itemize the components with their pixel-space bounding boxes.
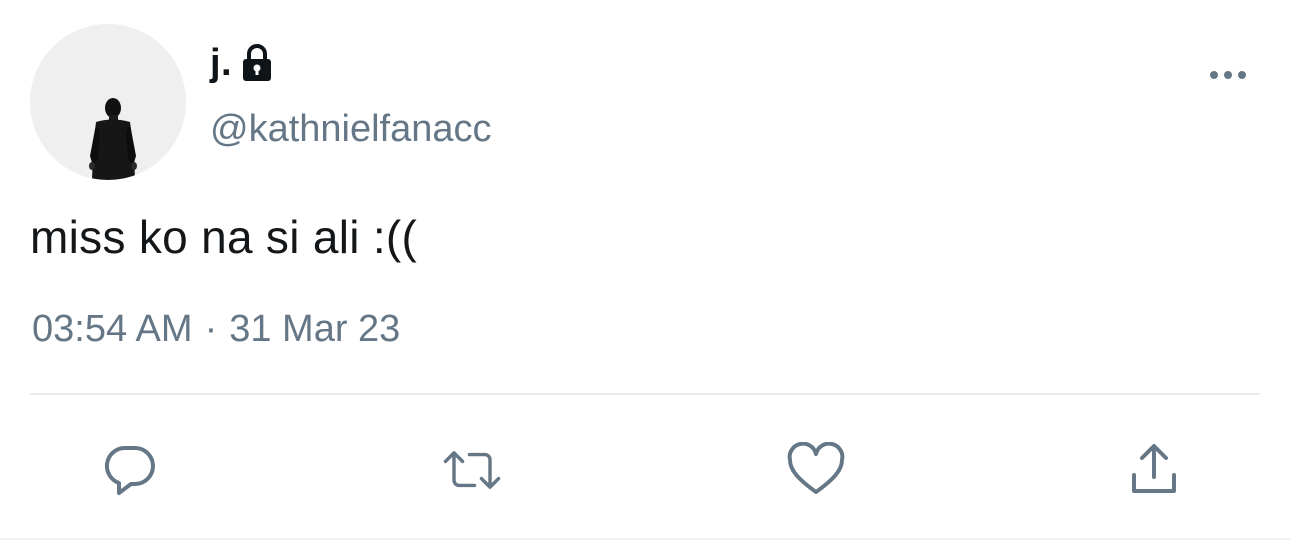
more-options-icon[interactable] [1204, 60, 1252, 90]
like-button[interactable] [786, 440, 846, 500]
timestamp[interactable]: 03:54 AM · 31 Mar 23 [32, 308, 400, 351]
share-icon [1132, 444, 1176, 493]
tweet-text: miss ko na si ali :(( [30, 211, 418, 263]
avatar-image [30, 24, 186, 180]
display-name[interactable]: j. [210, 42, 232, 85]
user-handle[interactable]: @kathnielfanacc [210, 108, 492, 151]
tweet-date: 31 Mar 23 [229, 308, 401, 350]
divider [30, 393, 1260, 395]
avatar[interactable] [30, 24, 186, 180]
tweet-card: j. @kathnielfanacc miss ko na si ali :((… [0, 0, 1290, 558]
retweet-button[interactable] [442, 440, 502, 500]
tweet-time: 03:54 AM [32, 308, 193, 350]
reply-button[interactable] [100, 440, 160, 500]
bottom-divider [0, 538, 1290, 540]
like-icon [787, 442, 845, 494]
share-button[interactable] [1124, 440, 1184, 500]
reply-icon [104, 445, 155, 495]
lock-icon [240, 42, 274, 84]
timestamp-separator: · [204, 308, 218, 350]
name-row: j. [210, 38, 274, 88]
retweet-icon [443, 451, 501, 489]
